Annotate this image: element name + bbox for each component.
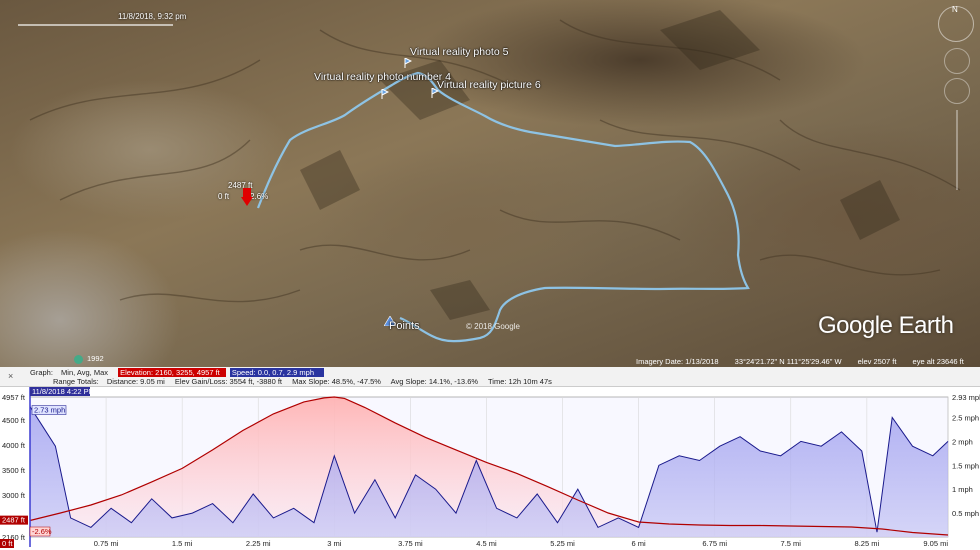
compass-ring[interactable]: N (938, 5, 974, 42)
elevation-tick-label: 4500 ft (2, 416, 26, 425)
distance-tick-label: 6 mi (632, 539, 647, 548)
elev-gain-loss: Elev Gain/Loss: 3554 ft, -3880 ft (174, 377, 283, 386)
map-view[interactable]: 11/8/2018, 9:32 pm N Virtual reality pho… (0, 0, 980, 367)
speed-tick-label: 2.5 mph (952, 414, 979, 423)
distance-tick-label: 5.25 mi (550, 539, 575, 548)
graph-label: Graph: (30, 368, 53, 377)
elevation-profile-chart[interactable]: 4957 ft4500 ft4000 ft3500 ft3000 ft2500 … (0, 387, 980, 550)
elevation-tick-label: 4000 ft (2, 441, 26, 450)
placemark-photo-5[interactable]: Virtual reality photo 5 (410, 46, 508, 58)
cursor-distance-label: 0 ft (2, 539, 13, 548)
distance-total: Distance: 9.05 mi (106, 377, 165, 386)
profile-graph[interactable]: 4957 ft4500 ft4000 ft3500 ft3000 ft2500 … (0, 387, 980, 550)
elevation-tick-label: 4957 ft (2, 393, 26, 402)
distance-tick-label: 3.75 mi (398, 539, 423, 548)
cursor-speed: 2.73 mph (34, 406, 65, 415)
distance-tick-label: 1.5 mi (172, 539, 193, 548)
status-bar: Imagery Date: 1/13/2018 33°24'21.72" N 1… (636, 357, 980, 366)
copyright-notice: © 2018 Google (466, 322, 520, 331)
historical-time-slider[interactable]: 11/8/2018, 9:32 pm (18, 12, 186, 30)
cursor-timestamp: 11/8/2018 4:22 PM (32, 387, 95, 396)
placemark-photo-4[interactable]: Virtual reality photo number 4 (314, 71, 451, 83)
gps-track (256, 71, 750, 343)
elevation-toggle[interactable]: Elevation: 2160, 3255, 4957 ft (118, 368, 226, 377)
distance-tick-label: 0.75 mi (94, 539, 119, 548)
time-slider-track[interactable] (18, 24, 173, 26)
elevation-tick-label: 3000 ft (2, 491, 26, 500)
speed-tick-label: 2.93 mph (952, 393, 980, 402)
cursor-elevation-label: 2487 ft (2, 516, 26, 525)
position-arrow-icon (241, 188, 253, 206)
time-slider-date: 11/8/2018, 9:32 pm (118, 12, 187, 21)
placemark-flag-icon[interactable] (381, 86, 390, 99)
distance-tick-label: 4.5 mi (476, 539, 497, 548)
elevation-profile-panel: × Graph: Min, Avg, Max Elevation: 2160, … (0, 367, 980, 550)
clock-icon (74, 354, 83, 364)
distance-tick-label: 7.5 mi (781, 539, 802, 548)
profile-stats-bar: × Graph: Min, Avg, Max Elevation: 2160, … (0, 367, 980, 387)
distance-tick-label: 3 mi (327, 539, 342, 548)
graph-columns: Min, Avg, Max (61, 368, 108, 377)
placemark-picture-6[interactable]: Virtual reality picture 6 (437, 79, 541, 91)
range-totals-label: Range Totals: (53, 377, 99, 386)
move-joystick[interactable] (944, 78, 970, 104)
cursor-slope-label: -2.6% (32, 527, 52, 536)
max-slope: Max Slope: 48.5%, -47.5% (292, 377, 381, 386)
speed-tick-label: 2 mph (952, 437, 973, 446)
distance-tick-label: 2.25 mi (246, 539, 271, 548)
speed-tick-label: 0.5 mph (952, 509, 979, 518)
time-total: Time: 12h 10m 47s (487, 377, 552, 386)
speed-tick-label: 1.5 mph (952, 461, 979, 470)
avg-slope: Avg Slope: 14.1%, -13.6% (390, 377, 479, 386)
historical-year: 1992 (87, 354, 104, 363)
google-earth-logo: Google Earth (818, 312, 954, 339)
cursor-distance: 0 ft (218, 192, 230, 201)
ground-elevation: elev 2507 ft (857, 357, 897, 366)
elevation-tick-label: 3500 ft (2, 466, 26, 475)
google-earth-window: 11/8/2018, 9:32 pm N Virtual reality pho… (0, 0, 980, 550)
speed-tick-label: 1 mph (952, 485, 973, 494)
distance-tick-label: 8.25 mi (855, 539, 880, 548)
speed-toggle[interactable]: Speed: 0.0, 0.7, 2.9 mph (229, 368, 325, 377)
coordinates: 33°24'21.72" N 111°25'29.46" W (734, 357, 842, 366)
eye-altitude: eye alt 23646 ft (912, 357, 964, 366)
historical-imagery-badge[interactable]: 1992 (74, 354, 104, 364)
zoom-slider[interactable] (956, 110, 958, 190)
distance-tick-label: 9.05 mi (923, 539, 948, 548)
imagery-date: Imagery Date: 1/13/2018 (636, 357, 719, 366)
look-joystick[interactable] (944, 48, 970, 74)
placemark-points[interactable]: Points (389, 320, 420, 332)
close-icon[interactable]: × (8, 371, 18, 381)
distance-tick-label: 6.75 mi (702, 539, 727, 548)
compass-north-label: N (952, 5, 958, 14)
